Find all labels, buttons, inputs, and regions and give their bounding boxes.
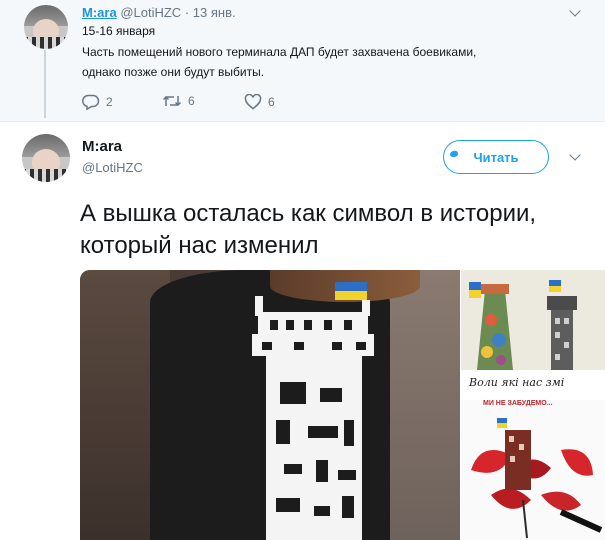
tweet-photo-tower-art[interactable]: Воли які нас змі [461,270,605,398]
reply-icon [82,94,100,110]
author-handle[interactable]: @LotiHZC [82,160,143,175]
retweet-button[interactable]: 6 [162,94,195,108]
reply-count: 2 [106,95,113,109]
memorial-poppy-image [461,400,605,540]
like-button[interactable]: 6 [244,94,275,110]
reply-button[interactable]: 2 [82,94,113,110]
chevron-down-icon[interactable] [569,149,581,161]
like-count: 6 [268,95,275,109]
follow-button[interactable]: Читать [443,140,549,174]
parent-tweet-text-line: Часть помещений нового терминала ДАП буд… [82,45,477,59]
parent-tweet-text-line: однако позже они будут выбиты. [82,65,265,79]
chevron-down-icon[interactable] [569,5,581,17]
author-name[interactable]: M:ara [82,138,122,155]
retweet-icon [162,94,182,108]
follow-button-label: Читать [473,149,519,165]
retweet-count: 6 [188,94,195,108]
avatar[interactable] [22,134,70,182]
thread-connector [44,50,46,118]
tweet-photo-memorial[interactable]: МИ НЕ ЗАБУДЕМО... [461,400,605,540]
author-handle: @LotiHZC [120,5,182,20]
tweet-date-link[interactable]: 13 янв. [193,5,236,20]
tweet-photo-main[interactable] [80,270,460,540]
author-name-link[interactable]: M:ara [82,5,117,20]
like-icon [244,94,262,110]
parent-tweet[interactable]: M:ara @LotiHZC · 13 янв. 15-16 января Ча… [0,0,605,122]
tweet-text: А вышка осталась как символ в истории, к… [80,200,537,259]
avatar[interactable] [24,5,68,49]
tower-art-caption: Воли які нас змі [469,376,565,389]
parent-tweet-text-line: 15-16 января [82,24,156,38]
flag-icon [335,282,367,291]
separator-dot: · [184,5,190,20]
memorial-caption: МИ НЕ ЗАБУДЕМО... [483,400,553,407]
bird-icon [449,149,459,159]
parent-tweet-header: M:ara @LotiHZC · 13 янв. [82,5,236,20]
